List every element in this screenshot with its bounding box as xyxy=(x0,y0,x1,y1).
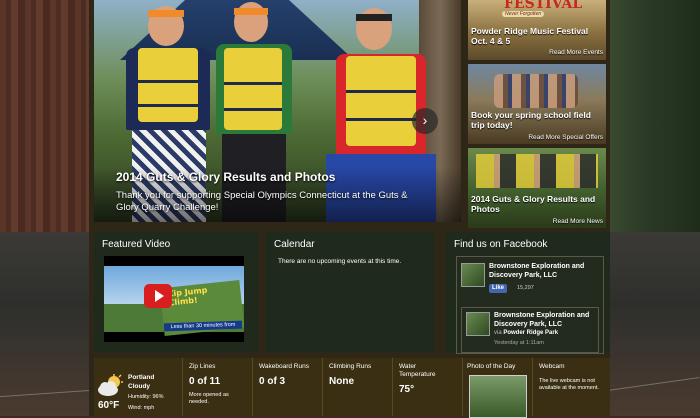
promo-music-festival[interactable]: FESTIVAL Never Forgotten Powder Ridge Mu… xyxy=(468,0,606,60)
facebook-post-name[interactable]: Brownstone Exploration and Discovery Par… xyxy=(494,312,594,329)
water-temp-cell: Water Temperature 75° xyxy=(392,358,463,416)
facebook-heading: Find us on Facebook xyxy=(454,239,548,250)
read-more-news-link[interactable]: Read More News xyxy=(553,218,603,225)
cloudy-icon xyxy=(98,374,123,396)
photo-of-day-cell: Photo of the Day xyxy=(462,358,533,418)
water-temp-label: Water Temperature xyxy=(399,363,436,378)
zip-lines-label: Zip Lines xyxy=(189,363,216,370)
weather-city: Portland xyxy=(128,374,155,381)
promo-title: Book your spring school field trip today… xyxy=(471,110,591,130)
webcam-cell: Webcam The live webcam is not available … xyxy=(532,358,611,416)
featured-video-heading: Featured Video xyxy=(102,239,171,250)
weather-temperature: 60°F xyxy=(98,400,120,411)
calendar-panel: Calendar xyxy=(266,232,434,352)
wakeboard-cell: Wakeboard Runs 0 of 3 xyxy=(252,358,323,416)
facebook-post-via: via Powder Ridge Park xyxy=(494,330,558,336)
hero-title[interactable]: 2014 Guts & Glory Results and Photos xyxy=(116,170,335,184)
photo-of-day-image[interactable] xyxy=(469,375,527,418)
facebook-post-date: Yesterday at 1:11am xyxy=(494,340,544,346)
facebook-page-name[interactable]: Brownstone Exploration and Discovery Par… xyxy=(489,263,597,280)
slider-next-button[interactable]: › xyxy=(412,108,438,134)
facebook-like-button[interactable]: Like xyxy=(489,284,508,293)
facebook-via-page-link[interactable]: Powder Ridge Park xyxy=(503,330,558,336)
zip-lines-note: More opened as needed. xyxy=(189,392,229,405)
read-more-offers-link[interactable]: Read More Special Offers xyxy=(528,134,603,141)
promo-photo-people xyxy=(494,74,578,108)
foliage-background xyxy=(608,0,700,232)
weather-wind: Wind: mph xyxy=(128,405,155,411)
weather-condition: Cloudy xyxy=(128,383,151,390)
festival-tag: Never Forgotten xyxy=(502,11,545,17)
promo-title: 2014 Guts & Glory Results and Photos xyxy=(471,194,596,214)
facebook-post: Brownstone Exploration and Discovery Par… xyxy=(461,307,599,353)
webcam-label: Webcam xyxy=(539,363,565,370)
read-more-events-link[interactable]: Read More Events xyxy=(549,49,603,56)
hero-slider[interactable] xyxy=(94,0,461,222)
weather-cell: Portland Cloudy Humidity: 96% Wind: mph … xyxy=(94,358,182,416)
facebook-widget[interactable]: Brownstone Exploration and Discovery Par… xyxy=(456,256,604,354)
calendar-empty-text: There are no upcoming events at this tim… xyxy=(278,258,402,265)
promo-title: Powder Ridge Music Festival Oct. 4 & 5 xyxy=(471,26,589,46)
calendar-heading: Calendar xyxy=(274,239,315,250)
wakeboard-value: 0 of 3 xyxy=(259,376,286,387)
promo-guts-glory[interactable]: 2014 Guts & Glory Results and Photos Rea… xyxy=(468,148,606,228)
facebook-post-avatar[interactable] xyxy=(466,312,490,336)
facebook-like-count: 15,297 xyxy=(517,285,534,291)
zip-lines-cell: Zip Lines 0 of 11 More opened as needed. xyxy=(182,358,253,416)
facebook-via-prefix: via xyxy=(494,330,502,336)
climbing-value: None xyxy=(329,376,354,387)
weather-humidity: Humidity: 96% xyxy=(128,394,164,400)
water-temp-value: 75° xyxy=(399,384,415,395)
zip-lines-value: 0 of 11 xyxy=(189,376,221,387)
hero-description: Thank you for supporting Special Olympic… xyxy=(116,190,408,213)
featured-video-player[interactable]: Zip Jump Climb! Less than 30 minutes fro… xyxy=(104,256,244,342)
facebook-page-avatar[interactable] xyxy=(461,263,485,287)
play-button-icon[interactable] xyxy=(144,284,172,308)
wakeboard-label: Wakeboard Runs xyxy=(259,363,309,370)
promo-field-trip[interactable]: Book your spring school field trip today… xyxy=(468,64,606,144)
promo-photo-people xyxy=(476,154,598,188)
climbing-label: Climbing Runs xyxy=(329,363,372,370)
webcam-status: The live webcam is not available at the … xyxy=(539,378,599,391)
climbing-cell: Climbing Runs None xyxy=(322,358,393,416)
photo-of-day-label: Photo of the Day xyxy=(467,363,516,370)
